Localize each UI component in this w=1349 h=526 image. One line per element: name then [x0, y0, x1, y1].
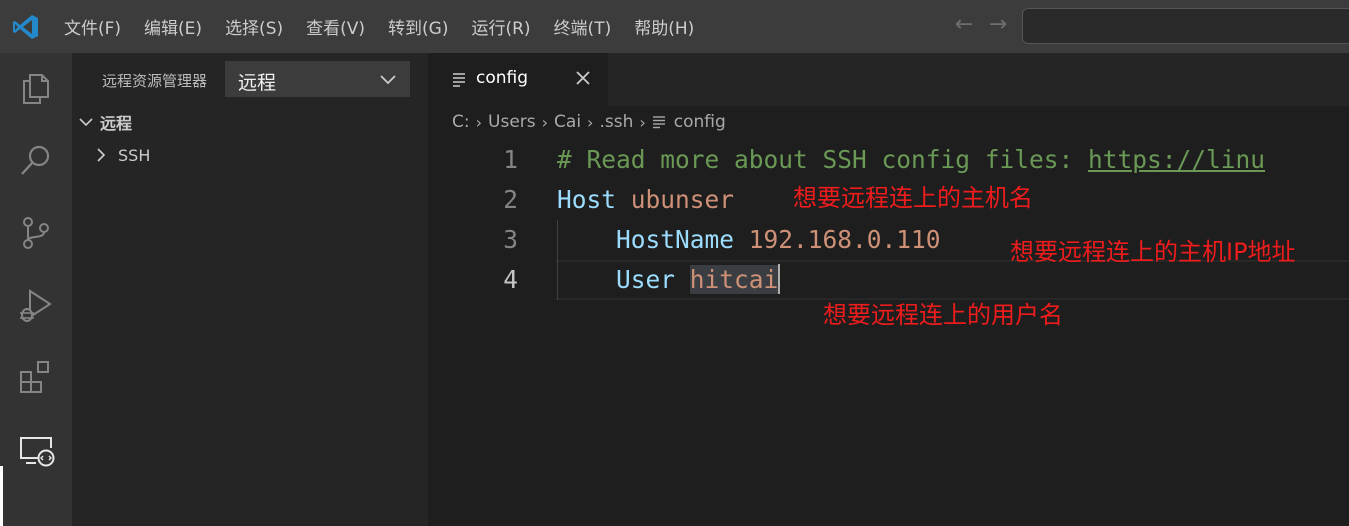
url-link[interactable]: https://linu	[1088, 145, 1265, 174]
menu-edit[interactable]: 编辑(E)	[144, 14, 202, 39]
key-token: HostName	[616, 225, 735, 254]
chevron-down-icon	[380, 75, 396, 85]
chevron-right-icon	[97, 148, 106, 162]
line-number: 4	[503, 265, 518, 294]
command-center-search[interactable]	[1022, 8, 1349, 44]
key-token: User	[616, 265, 676, 294]
vscode-logo-icon	[13, 15, 38, 39]
menu-selection[interactable]: 选择(S)	[225, 14, 283, 39]
comment-token: # Read more about SSH config files:	[557, 145, 1089, 174]
chevron-down-icon	[79, 118, 93, 127]
breadcrumb: C: › Users › Cai › .ssh › config	[452, 110, 726, 134]
menu-bar: 文件(F) 编辑(E) 选择(S) 查看(V) 转到(G) 运行(R) 终端(T…	[64, 0, 717, 53]
run-debug-icon[interactable]	[16, 285, 56, 325]
menu-go[interactable]: 转到(G)	[388, 14, 448, 39]
tree-section-remote[interactable]: 远程	[78, 111, 132, 133]
line-number: 3	[503, 225, 518, 254]
breadcrumb-drive[interactable]: C:	[452, 112, 470, 132]
chevron-right-icon: ›	[475, 112, 483, 132]
breadcrumb-users[interactable]: Users	[488, 112, 536, 132]
file-lines-icon	[652, 116, 665, 129]
tree-item-ssh[interactable]: SSH	[94, 144, 150, 166]
close-icon[interactable]	[574, 69, 592, 87]
files-icon[interactable]	[16, 69, 56, 109]
tree-section-label: 远程	[100, 114, 133, 133]
annotation-user: 想要远程连上的用户名	[823, 301, 1063, 329]
remote-select-value: 远程	[238, 72, 277, 94]
extensions-icon[interactable]	[16, 357, 56, 397]
annotation-hostname: 想要远程连上的主机IP地址	[1010, 238, 1296, 266]
menu-run[interactable]: 运行(R)	[471, 14, 530, 39]
search-icon[interactable]	[16, 141, 56, 181]
annotation-host: 想要远程连上的主机名	[793, 184, 1033, 212]
key-token: Host	[557, 185, 617, 214]
file-lines-icon	[453, 73, 465, 87]
remote-explorer-sidebar: 远程资源管理器 远程 远程 SSH	[72, 53, 428, 526]
value-token: hitcai	[689, 265, 779, 294]
remote-explorer-icon[interactable]	[16, 430, 56, 470]
menu-help[interactable]: 帮助(H)	[634, 14, 694, 39]
arrow-right-icon[interactable]: →	[986, 14, 1010, 38]
value-token: 192.168.0.110	[748, 225, 941, 254]
breadcrumb-ssh[interactable]: .ssh	[599, 112, 633, 132]
tab-config[interactable]: config	[428, 53, 608, 106]
source-control-icon[interactable]	[16, 213, 56, 253]
line-number: 2	[503, 185, 518, 214]
chevron-right-icon: ›	[639, 112, 646, 132]
sidebar-title: 远程资源管理器	[102, 72, 208, 90]
breadcrumb-config[interactable]: config	[674, 112, 726, 132]
text-cursor	[778, 264, 781, 294]
arrow-left-icon[interactable]: ←	[952, 14, 976, 38]
line-number: 1	[503, 145, 518, 174]
editor-tab-bar: config	[428, 53, 1349, 106]
title-bar: 文件(F) 编辑(E) 选择(S) 查看(V) 转到(G) 运行(R) 终端(T…	[0, 0, 1349, 53]
code-line-1[interactable]: 1 # Read more about SSH config files: ht…	[428, 140, 1349, 180]
menu-file[interactable]: 文件(F)	[64, 14, 121, 39]
active-indicator	[0, 466, 3, 526]
menu-terminal[interactable]: 终端(T)	[554, 14, 612, 39]
tree-item-label: SSH	[118, 145, 151, 165]
remote-type-select[interactable]: 远程	[225, 61, 410, 97]
code-content: Host ubunser	[557, 185, 734, 214]
code-content: HostName 192.168.0.110	[557, 225, 941, 254]
code-content: # Read more about SSH config files: http…	[557, 145, 1265, 174]
activity-bar	[0, 53, 72, 526]
code-content: User hitcai	[557, 264, 781, 294]
navigation-arrows: ← →	[952, 14, 1010, 38]
menu-view[interactable]: 查看(V)	[306, 14, 365, 39]
breadcrumb-cai[interactable]: Cai	[554, 112, 581, 132]
chevron-right-icon: ›	[541, 112, 549, 132]
value-token: ubunser	[630, 185, 735, 214]
tab-label: config	[476, 68, 529, 88]
chevron-right-icon: ›	[587, 112, 594, 132]
